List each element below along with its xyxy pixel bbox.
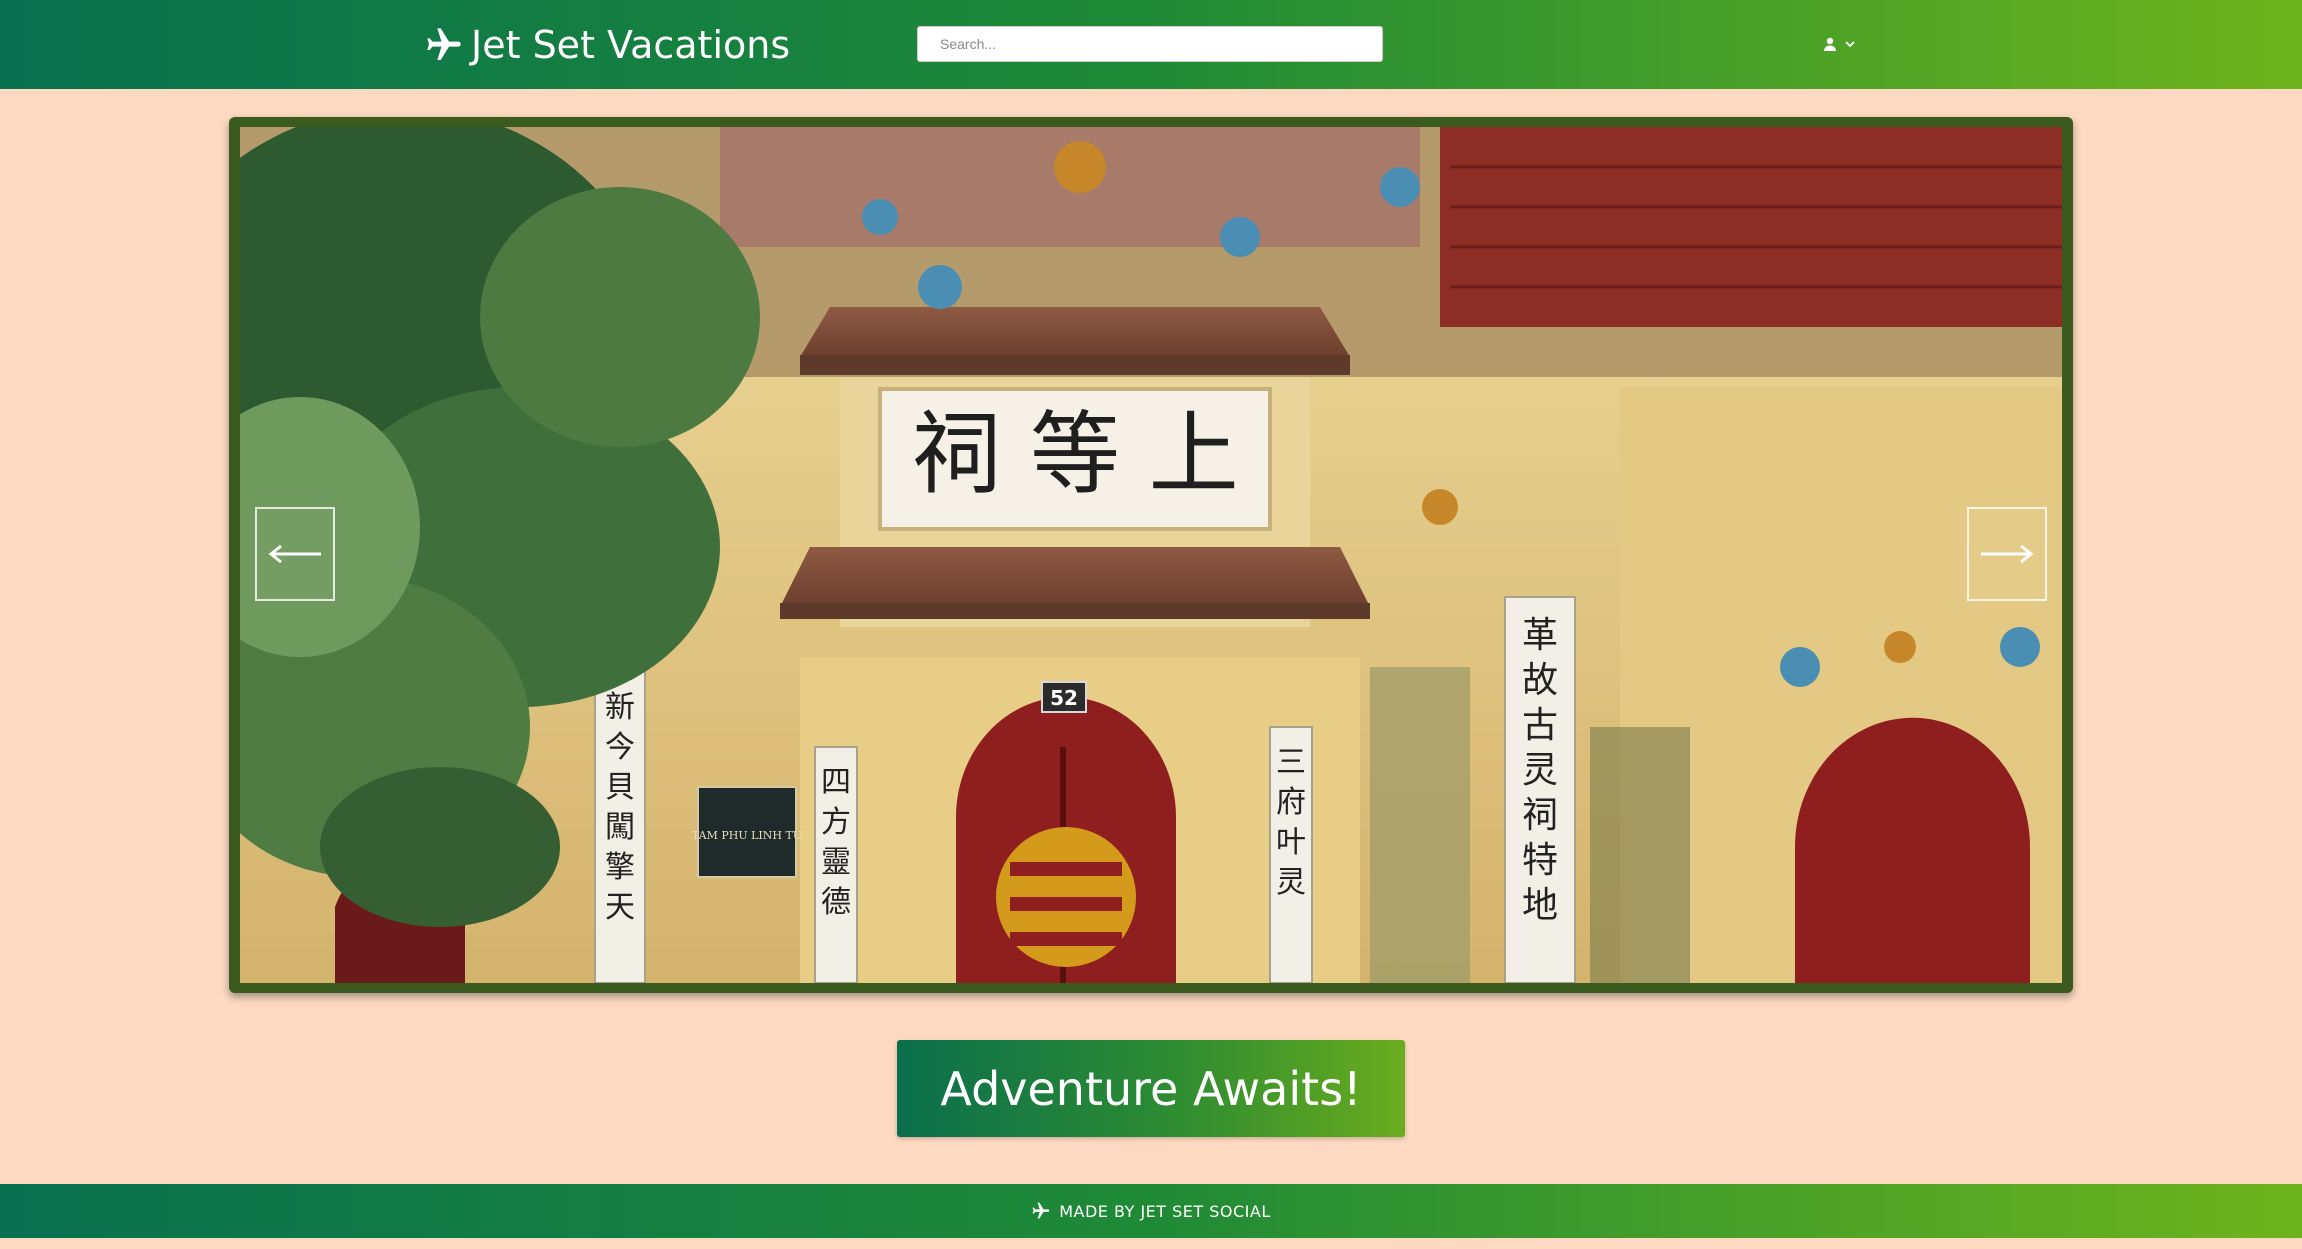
arrow-left-icon xyxy=(268,544,321,564)
footer-credit: MADE BY JET SET SOCIAL xyxy=(1059,1201,1271,1221)
temple-gate-illustration: 祠 等 上 52 四 方 靈 德 三 府 叶 灵 革 故 古 灵 祠 特 地 新… xyxy=(240,127,2062,983)
svg-text:貝: 貝 xyxy=(605,770,635,805)
svg-text:三: 三 xyxy=(1276,745,1306,780)
svg-text:灵: 灵 xyxy=(1276,865,1306,900)
search-input[interactable] xyxy=(917,26,1383,62)
svg-text:方: 方 xyxy=(821,805,851,840)
svg-text:德: 德 xyxy=(821,885,851,920)
svg-text:天: 天 xyxy=(605,890,635,925)
user-icon xyxy=(1824,37,1836,51)
svg-text:祠: 祠 xyxy=(1522,795,1558,836)
svg-text:闖: 闖 xyxy=(605,810,635,845)
carousel-slide-image: 祠 等 上 52 四 方 靈 德 三 府 叶 灵 革 故 古 灵 祠 特 地 新… xyxy=(240,127,2062,983)
user-menu-dropdown[interactable] xyxy=(1822,32,1856,56)
adventure-awaits-button[interactable]: Adventure Awaits! xyxy=(897,1040,1405,1137)
brand-logo[interactable]: Jet Set Vacations xyxy=(423,18,790,72)
chevron-down-icon xyxy=(1845,41,1855,48)
svg-text:灵: 灵 xyxy=(1522,750,1558,791)
svg-text:革: 革 xyxy=(1522,615,1558,656)
brand-name: Jet Set Vacations xyxy=(471,23,791,67)
svg-text:故: 故 xyxy=(1522,660,1558,701)
carousel-prev-button[interactable] xyxy=(255,507,335,601)
house-number: 52 xyxy=(1050,686,1078,710)
svg-text:叶: 叶 xyxy=(1276,825,1306,860)
sign-main-text: 祠 等 上 xyxy=(911,402,1238,507)
footer-bar: MADE BY JET SET SOCIAL xyxy=(0,1184,2302,1238)
svg-text:地: 地 xyxy=(1522,885,1558,926)
plaque-text: TAM PHU LINH TU xyxy=(692,829,802,842)
svg-text:靈: 靈 xyxy=(821,845,851,880)
svg-text:擎: 擎 xyxy=(605,850,635,885)
svg-text:四: 四 xyxy=(821,765,851,800)
svg-text:特: 特 xyxy=(1522,840,1558,881)
top-navbar: Jet Set Vacations xyxy=(0,0,2302,89)
svg-text:新: 新 xyxy=(605,690,635,725)
arrow-right-icon xyxy=(1981,544,2034,564)
airplane-icon xyxy=(1032,1202,1050,1219)
svg-text:古: 古 xyxy=(1522,705,1558,746)
airplane-icon xyxy=(427,28,461,60)
svg-text:府: 府 xyxy=(1276,785,1306,820)
carousel-next-button[interactable] xyxy=(1967,507,2047,601)
image-carousel: 祠 等 上 52 四 方 靈 德 三 府 叶 灵 革 故 古 灵 祠 特 地 新… xyxy=(229,117,2073,993)
svg-text:今: 今 xyxy=(605,730,635,765)
